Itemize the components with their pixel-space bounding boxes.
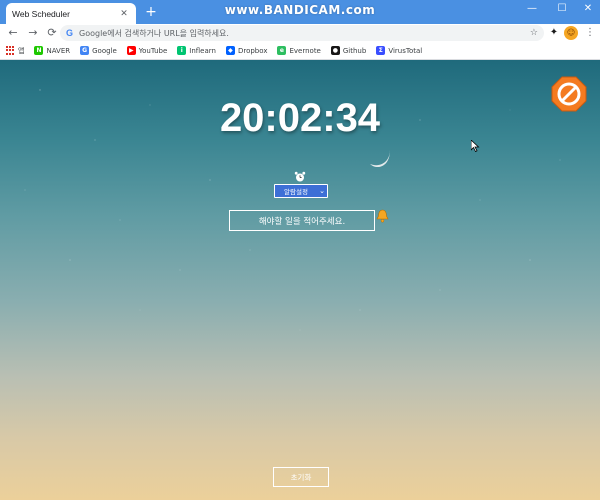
naver-icon: N [34,46,44,55]
bookmark-label: Inflearn [189,46,216,55]
bookmark-star-icon[interactable]: ☆ [530,28,538,38]
alarm-clock-icon [294,171,306,182]
tab-title: Web Scheduler [12,8,70,19]
alarm-select-value: 알람설정 [284,188,308,196]
reset-button[interactable]: 초기화 [273,467,329,487]
no-sign-icon[interactable] [550,75,588,113]
bookmark-evernote[interactable]: e Evernote [277,46,321,55]
inflearn-icon: i [177,46,187,55]
bandicam-watermark: www.BANDICAM.com [224,3,376,17]
digital-clock: 20:02:34 [219,96,381,140]
bookmark-label: VirusTotal [388,46,423,55]
back-button[interactable]: ← [5,25,21,41]
browser-menu-icon[interactable]: ⋮ [583,26,597,40]
maximize-button[interactable]: ☐ [548,0,576,24]
chevron-down-icon: ⌄ [319,187,325,195]
bookmark-apps[interactable]: 앱 [6,46,24,56]
bookmark-label: Evernote [289,46,321,55]
bookmark-youtube[interactable]: ▶ YouTube [126,46,168,55]
bookmark-virustotal[interactable]: Σ VirusTotal [376,46,422,55]
tab-close-icon[interactable]: ✕ [118,9,130,19]
bookmark-label: Github [342,46,367,55]
bookmark-label: NAVER [46,46,71,55]
mouse-cursor-icon [471,140,480,152]
browser-tab[interactable]: Web Scheduler ✕ [6,3,136,24]
todo-input[interactable]: 해야할 일을 적어주세요. [229,210,375,231]
reload-button[interactable]: ⟳ [44,25,60,41]
close-window-button[interactable]: ✕ [574,0,600,24]
youtube-icon: ▶ [126,46,136,55]
bookmark-label: Google [92,46,117,55]
apps-grid-icon [6,46,15,55]
bell-icon[interactable] [376,209,389,223]
bookmarks-bar: 앱 N NAVER G Google ▶ YouTube i Inflearn … [0,42,600,60]
profile-avatar-icon[interactable]: ☺ [564,26,578,40]
todo-input-placeholder: 해야할 일을 적어주세요. [258,216,346,227]
bookmark-label: YouTube [138,46,168,55]
google-icon: G [66,28,74,38]
bookmark-label: Dropbox [237,46,268,55]
browser-tabstrip: Web Scheduler ✕ + www.BANDICAM.com — ☐ ✕ [0,0,600,24]
extensions-puzzle-icon[interactable]: ✦ [547,26,561,40]
bookmark-apps-label: 앱 [18,46,25,55]
forward-button[interactable]: → [25,25,41,41]
address-bar-placeholder: Google에서 검색하거나 URL을 입력하세요. [79,28,229,38]
evernote-icon: e [277,46,287,55]
scheduler-page: 20:02:34 알람설정 ⌄ 해야할 일을 적어주세요. 초기화 [0,60,600,500]
virustotal-icon: Σ [376,46,386,55]
new-tab-button[interactable]: + [143,4,159,20]
browser-toolbar: ← → ⟳ G Google에서 검색하거나 URL을 입력하세요. ☆ ✦ ☺… [0,24,600,42]
bookmark-google[interactable]: G Google [80,46,117,55]
minimize-button[interactable]: — [518,0,546,24]
dropbox-icon: ◆ [225,46,235,55]
moon-icon [370,150,390,168]
bookmark-naver[interactable]: N NAVER [34,46,70,55]
bookmark-github[interactable]: ● Github [330,46,367,55]
alarm-setting-select[interactable]: 알람설정 ⌄ [274,184,328,198]
address-bar[interactable]: G Google에서 검색하거나 URL을 입력하세요. ☆ [60,25,544,41]
google-icon: G [80,46,90,55]
bookmark-inflearn[interactable]: i Inflearn [177,46,216,55]
github-icon: ● [330,46,340,55]
bookmark-dropbox[interactable]: ◆ Dropbox [225,46,268,55]
